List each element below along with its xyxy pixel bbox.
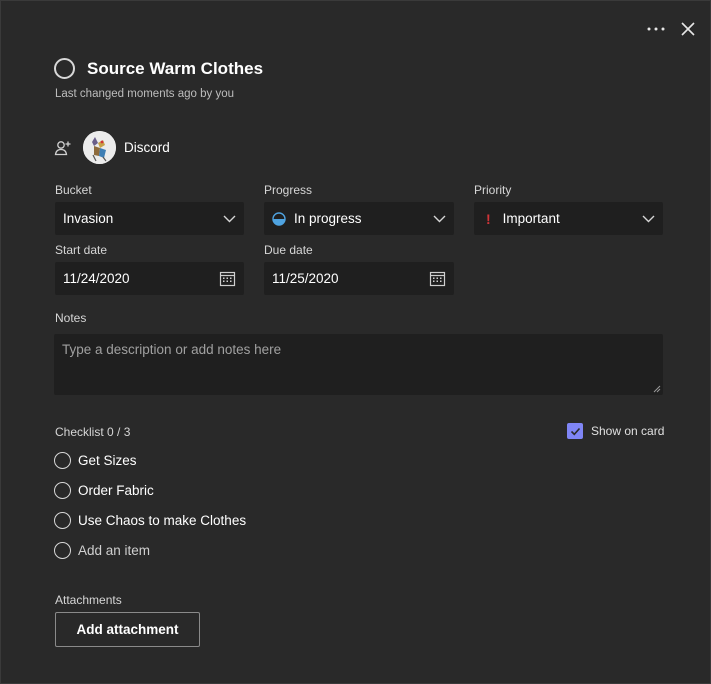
checklist-item: Use Chaos to make Clothes [54,512,246,529]
chevron-down-icon [433,215,446,223]
assignee-avatar-image [83,131,116,164]
bucket-label: Bucket [55,183,92,197]
task-title[interactable]: Source Warm Clothes [87,59,263,79]
checklist-item-toggle[interactable] [54,452,71,469]
due-date-field[interactable]: 11/25/2020 [264,262,454,295]
add-checklist-item[interactable]: Add an item [54,542,150,559]
checklist-item-toggle[interactable] [54,482,71,499]
in-progress-icon [272,211,286,226]
task-details-panel: Source Warm Clothes Last changed moments… [0,0,711,684]
checklist-label: Checklist 0 / 3 [55,425,131,439]
resize-grip-icon[interactable] [653,385,661,393]
progress-select[interactable]: In progress [264,202,454,235]
checklist-item-text[interactable]: Use Chaos to make Clothes [78,513,246,528]
calendar-icon[interactable] [429,270,446,287]
close-icon [681,22,695,36]
assign-person-icon[interactable] [54,139,72,157]
calendar-icon[interactable] [219,270,236,287]
bucket-select[interactable]: Invasion [55,202,244,235]
attachments-label: Attachments [55,593,122,607]
bucket-value: Invasion [63,211,114,226]
show-on-card-toggle[interactable]: Show on card [567,423,664,439]
last-changed-text: Last changed moments ago by you [55,88,235,100]
start-date-field[interactable]: 11/24/2020 [55,262,244,295]
progress-label: Progress [264,183,313,197]
start-date-value: 11/24/2020 [63,271,130,286]
assignee-name: Discord [124,140,170,155]
show-on-card-label: Show on card [591,424,665,438]
checkmark-icon [570,427,580,435]
checklist-item-text[interactable]: Get Sizes [78,453,137,468]
due-date-label: Due date [264,243,313,257]
task-title-row: Source Warm Clothes [54,58,263,79]
important-priority-icon: ! [486,210,491,227]
avatar[interactable] [83,131,116,164]
checklist-item-text[interactable]: Order Fabric [78,483,154,498]
ellipsis-icon [647,27,665,31]
notes-placeholder: Type a description or add notes here [62,342,282,357]
priority-select[interactable]: ! Important [474,202,663,235]
assignment-row: Discord [54,131,170,164]
notes-label: Notes [55,311,87,325]
checklist-item: Get Sizes [54,452,137,469]
progress-value: In progress [294,211,362,226]
priority-value: Important [502,211,560,226]
notes-textarea[interactable]: Type a description or add notes here [54,334,663,395]
add-item-circle-icon [54,542,71,559]
chevron-down-icon [642,215,655,223]
start-date-label: Start date [55,243,108,257]
add-item-input[interactable]: Add an item [78,543,150,558]
priority-label: Priority [474,183,512,197]
more-options-button[interactable] [644,17,668,41]
show-on-card-checkbox[interactable] [567,423,583,439]
complete-task-toggle[interactable] [54,58,75,79]
checklist-item-toggle[interactable] [54,512,71,529]
close-button[interactable] [676,17,700,41]
due-date-value: 11/25/2020 [272,271,339,286]
chevron-down-icon [223,215,236,223]
add-attachment-button[interactable]: Add attachment [55,612,200,647]
checklist-item: Order Fabric [54,482,154,499]
